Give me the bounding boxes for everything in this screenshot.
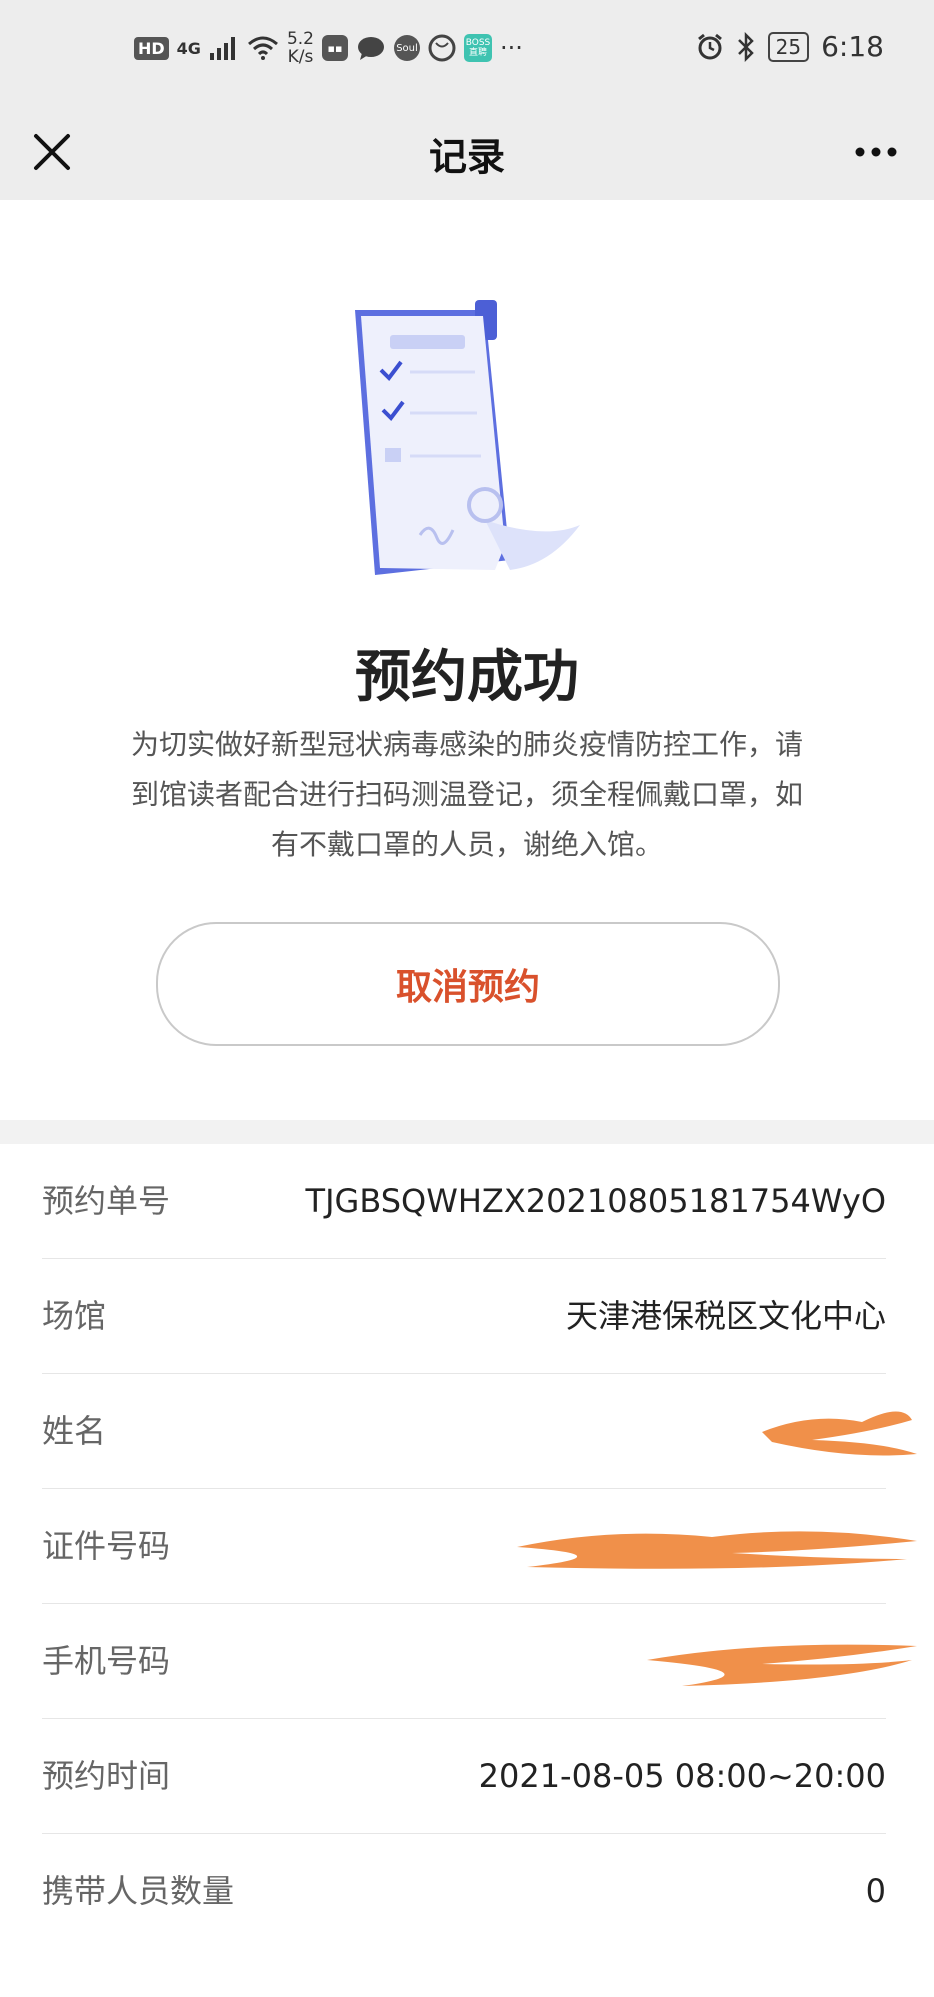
soul-app-icon: Soul xyxy=(393,35,420,61)
detail-row-order-number: 预约单号 TJGBSQWHZX20210805181754WyO xyxy=(42,1144,886,1259)
bluetooth-icon xyxy=(737,31,754,62)
redaction-scribble xyxy=(647,1644,917,1686)
detail-row-venue: 场馆 天津港保税区文化中心 xyxy=(42,1259,886,1374)
name-label: 姓名 xyxy=(42,1412,107,1450)
cancel-reservation-button[interactable]: 取消预约 xyxy=(156,922,780,1046)
status-bar: HD 4G 5.2 K/s ▪▪ Soul BOSS直聘 ··· 25 6:18 xyxy=(0,0,934,104)
page-title: 记录 xyxy=(428,135,505,179)
speed-value: 5.2 xyxy=(286,29,314,49)
reservation-details: 预约单号 TJGBSQWHZX20210805181754WyO 场馆 天津港保… xyxy=(0,1144,934,1948)
venue-value: 天津港保税区文化中心 xyxy=(565,1297,886,1335)
order-number-label: 预约单号 xyxy=(42,1182,171,1220)
nav-bar: 记录 xyxy=(0,104,934,200)
id-number-label: 证件号码 xyxy=(42,1527,171,1565)
companions-value: 0 xyxy=(865,1872,886,1910)
speed-unit: K/s xyxy=(287,47,314,67)
more-options-icon[interactable] xyxy=(852,140,900,164)
venue-label: 场馆 xyxy=(42,1297,107,1335)
redaction-scribble xyxy=(517,1531,917,1569)
detail-row-companions: 携带人员数量 0 xyxy=(42,1834,886,1948)
network-label: 4G xyxy=(176,38,201,58)
wifi-icon xyxy=(247,36,278,60)
battery-indicator: 25 xyxy=(767,31,810,62)
status-bar-right: 25 6:18 xyxy=(696,30,884,63)
reservation-time-value: 2021-08-05 08:00~20:00 xyxy=(478,1757,886,1795)
more-notifications: ··· xyxy=(499,34,523,62)
alarm-icon xyxy=(697,33,722,59)
detail-row-reservation-time: 预约时间 2021-08-05 08:00~20:00 xyxy=(42,1719,886,1834)
app-notification-icon: ▪▪ xyxy=(321,35,348,61)
clock: 6:18 xyxy=(821,30,884,63)
notice-text: 为切实做好新型冠状病毒感染的肺炎疫情防控工作，请到馆读者配合进行扫码测温登记，须… xyxy=(130,728,803,861)
status-bar-left: HD 4G 5.2 K/s ▪▪ Soul BOSS直聘 ··· xyxy=(134,30,523,66)
hd-badge: HD xyxy=(134,36,169,60)
section-divider xyxy=(0,1120,934,1144)
network-speed: 5.2 K/s xyxy=(287,30,314,66)
phone-label: 手机号码 xyxy=(42,1642,171,1680)
signal-icon xyxy=(209,37,235,60)
detail-row-id-number: 证件号码 xyxy=(42,1489,917,1604)
globe-icon xyxy=(428,34,456,62)
chat-bubble-icon xyxy=(357,37,384,60)
detail-row-name: 姓名 xyxy=(42,1374,917,1489)
redaction-scribble xyxy=(762,1411,917,1456)
success-title: 预约成功 xyxy=(355,645,579,710)
document-checklist-illustration xyxy=(355,300,580,575)
order-number-value: TJGBSQWHZX20210805181754WyO xyxy=(305,1182,886,1220)
detail-row-phone: 手机号码 xyxy=(42,1604,917,1719)
companions-label: 携带人员数量 xyxy=(42,1872,235,1910)
boss-app-icon: BOSS直聘 xyxy=(463,34,492,62)
reservation-time-label: 预约时间 xyxy=(42,1757,171,1795)
